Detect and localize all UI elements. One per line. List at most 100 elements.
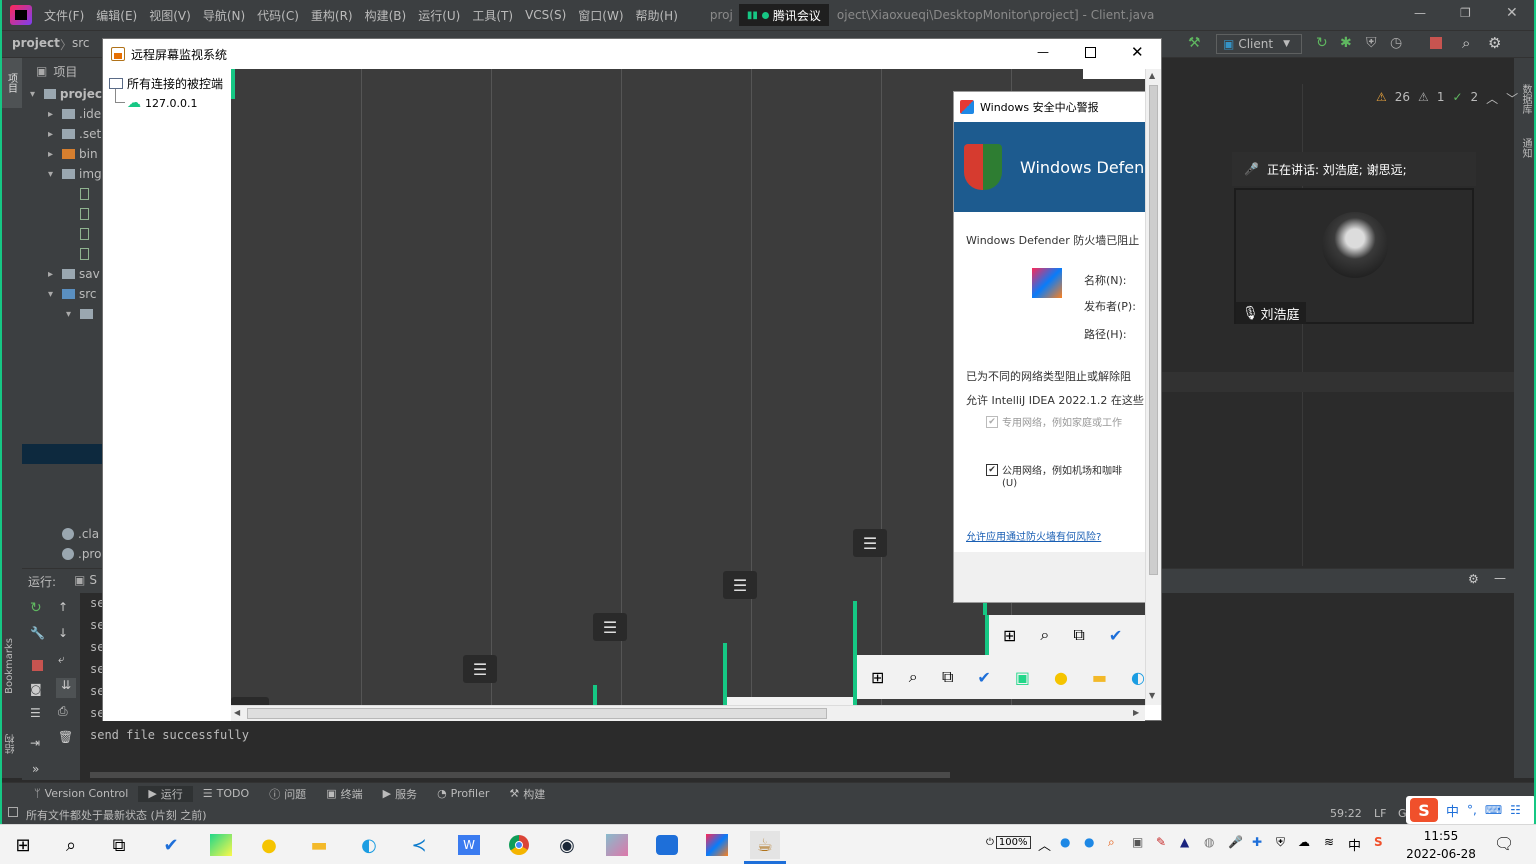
ime-punct-icon[interactable]: °, [1467, 803, 1477, 817]
menu-vcs[interactable]: VCS(S) [519, 8, 572, 22]
vertical-scrollbar[interactable]: ▲ ▼ [1145, 69, 1161, 705]
tree-item[interactable]: ▸ .ide [22, 104, 102, 124]
tool-structure-label[interactable]: 结构 [4, 734, 19, 754]
vscode-icon[interactable]: ≺ [404, 831, 434, 859]
tree-client-node[interactable]: ☁ 127.0.0.1 [127, 95, 197, 111]
ime-mode-chinese[interactable]: 中 [1446, 801, 1459, 820]
tab-run[interactable]: ▶ 运行 [138, 785, 193, 802]
chrome-icon[interactable] [504, 831, 534, 859]
tree-item[interactable]: ▸ sav [22, 264, 102, 284]
tray-app-icon[interactable]: ✚ [1252, 835, 1262, 849]
tree-item[interactable] [22, 184, 102, 204]
run-settings-gear-icon[interactable]: ⚙ [1468, 572, 1479, 586]
menu-build[interactable]: 构建(B) [359, 7, 413, 24]
tool-database-label[interactable]: 数据库 [1518, 84, 1533, 114]
exit-icon[interactable]: ⇥ [30, 736, 40, 750]
tab-version-control[interactable]: ᛘ Version Control [24, 787, 138, 800]
tree-root-node[interactable]: 所有连接的被控端 [109, 75, 223, 92]
clear-trash-icon[interactable]: 🗑 [58, 730, 73, 744]
game-app-icon[interactable] [602, 831, 632, 859]
tab-build[interactable]: ⚒ 构建 [499, 786, 555, 802]
private-network-checkbox[interactable]: ✔ [986, 416, 998, 428]
console-hscrollbar[interactable] [90, 772, 950, 778]
scroll-down-arrow-icon[interactable]: ▼ [1149, 691, 1155, 700]
steam-icon[interactable]: ◉ [552, 831, 582, 859]
status-message[interactable]: 所有文件都处于最新状态 (片刻 之前) [26, 807, 207, 823]
tree-item[interactable]: ▾ img [22, 164, 102, 184]
ime-toolbar[interactable]: S 中 °, ⌨ ☷ [1406, 796, 1536, 824]
chevron-down-icon[interactable]: ▾ [48, 289, 58, 300]
build-hammer-icon[interactable]: ⚒ [1188, 35, 1201, 51]
tray-cat-icon[interactable]: ▲ [1180, 835, 1189, 849]
caret-position[interactable]: 59:22 [1330, 807, 1362, 820]
debug-bug-icon[interactable]: ✱ [1340, 35, 1352, 51]
notification-center-icon[interactable]: 🗨 [1494, 834, 1514, 853]
edge-browser-icon[interactable]: ◐ [354, 831, 384, 859]
wps-writer-icon[interactable]: W [454, 831, 484, 859]
menu-view[interactable]: 视图(V) [143, 7, 197, 24]
menu-run[interactable]: 运行(U) [412, 7, 466, 24]
ime-keyboard-icon[interactable]: ⌨ [1485, 803, 1502, 817]
tree-selection-row[interactable] [22, 444, 102, 464]
more-icon[interactable]: » [32, 762, 39, 776]
start-button[interactable]: ⊞ [8, 831, 38, 859]
stop-run-icon[interactable] [32, 660, 43, 671]
scroll-to-end-icon[interactable]: ⇊ [56, 678, 76, 698]
minimize-ide-button[interactable]: — [1414, 6, 1426, 20]
tab-profiler[interactable]: ◔ Profiler [427, 787, 499, 800]
menu-code[interactable]: 代码(C) [251, 7, 305, 24]
inspection-widget[interactable]: ⚠ 26 ⚠ 1 ✓ 2 ︿ ﹀ [1376, 90, 1518, 107]
scroll-up-arrow-icon[interactable]: ▲ [1149, 71, 1155, 80]
vertical-scroll-thumb[interactable] [1149, 85, 1158, 575]
restore-ide-button[interactable]: ❐ [1460, 6, 1471, 20]
horizontal-scroll-thumb[interactable] [247, 708, 827, 719]
chevron-right-icon[interactable]: ▸ [48, 269, 58, 280]
tool-notifications-label[interactable]: 通知 [1518, 138, 1533, 158]
tree-item[interactable] [22, 244, 102, 264]
tree-item[interactable]: ▸ .set [22, 124, 102, 144]
scroll-left-arrow-icon[interactable]: ◀ [234, 708, 240, 717]
menu-file[interactable]: 文件(F) [38, 7, 90, 24]
chevron-down-icon[interactable]: ▾ [66, 309, 76, 320]
tree-item-project-file[interactable]: .pro [62, 544, 101, 564]
java-app-icon[interactable]: ☕ [750, 831, 780, 859]
screenshot-camera-icon[interactable]: ◙ [30, 682, 42, 696]
chevron-down-icon[interactable]: ▾ [48, 169, 58, 180]
tab-services[interactable]: ▶ 服务 [373, 786, 427, 802]
project-panel-title[interactable]: 项目 [53, 63, 77, 80]
tab-problems[interactable]: ⓘ 问题 [259, 786, 316, 802]
tray-app-icon[interactable]: ● [1084, 835, 1094, 849]
pycharm-icon[interactable] [206, 831, 236, 859]
tool-bookmarks-label[interactable]: Bookmarks [4, 638, 15, 694]
layout-icon[interactable]: ☰ [30, 706, 41, 720]
task-view-icon[interactable]: ⧉ [104, 831, 134, 859]
tray-app-icon[interactable]: ▣ [1132, 835, 1143, 849]
meeting-floating-tab[interactable]: ▮▮ 腾讯会议 [738, 4, 829, 26]
chevron-down-icon[interactable]: ▾ [30, 89, 40, 100]
tree-item[interactable]: ▾ projec [22, 84, 102, 104]
tray-app-icon[interactable]: ◍ [1204, 835, 1214, 849]
tree-item[interactable]: ▸ bin [22, 144, 102, 164]
firewall-risk-link[interactable]: 允许应用通过防火墙有何风险? [966, 528, 1101, 543]
scroll-right-arrow-icon[interactable]: ▶ [1133, 708, 1139, 717]
microsoft-todo-icon[interactable]: ✔ [156, 831, 186, 859]
settings-gear-icon[interactable]: ⚙ [1488, 34, 1501, 52]
rerun-icon[interactable]: ↻ [30, 600, 42, 616]
menu-help[interactable]: 帮助(H) [630, 7, 684, 24]
profile-icon[interactable]: ◷ [1390, 35, 1402, 51]
monitor-minimize-button[interactable]: — [1037, 45, 1049, 59]
scroll-up-icon[interactable]: ↑ [58, 600, 68, 614]
menu-navigate[interactable]: 导航(N) [197, 7, 251, 24]
tree-item[interactable]: ▾ src [22, 284, 102, 304]
monitor-title-bar[interactable]: 远程屏幕监视系统 — ✕ [103, 39, 1161, 69]
public-network-checkbox[interactable]: ✔ [986, 464, 998, 476]
stop-icon[interactable] [1430, 37, 1442, 49]
editor-scrollbar-track[interactable] [1500, 114, 1512, 564]
monitor-close-button[interactable]: ✕ [1131, 43, 1144, 61]
breadcrumb-project[interactable]: project [12, 36, 60, 50]
chevron-right-icon[interactable]: ▸ [48, 129, 58, 140]
chevron-right-icon[interactable]: ▸ [48, 109, 58, 120]
breadcrumb-src[interactable]: src [72, 36, 90, 50]
meeting-video-panel[interactable]: 🎤 正在讲话: 刘浩庭; 谢思远; 🎙 刘浩庭 [1232, 152, 1476, 326]
tray-mic-icon[interactable]: 🎤 [1228, 835, 1243, 849]
